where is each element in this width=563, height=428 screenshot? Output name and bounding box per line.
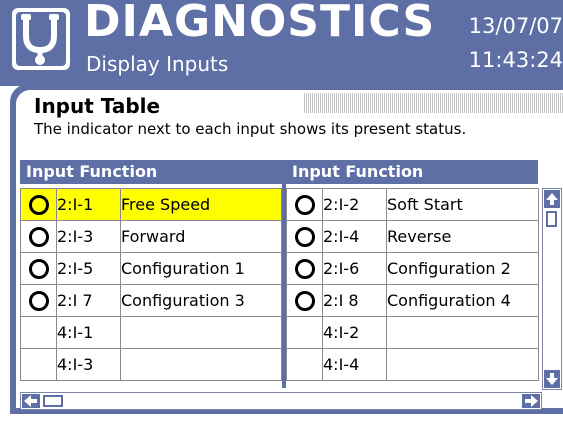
input-address: 4:I-2 [322, 316, 387, 349]
status-cell [20, 316, 57, 349]
status-cell [286, 188, 323, 221]
input-address: 2:I-2 [322, 188, 387, 221]
right-table-header: Input Function [286, 160, 538, 184]
table-row[interactable]: 4:I-2 [286, 316, 539, 349]
input-function: Soft Start [386, 188, 539, 221]
status-indicator-icon [294, 290, 315, 311]
page-subtitle: Display Inputs [86, 52, 229, 76]
table-row[interactable]: 2:I-6 Configuration 2 [286, 252, 539, 285]
left-table-header: Input Function [20, 160, 282, 184]
vertical-scroll-thumb[interactable] [546, 211, 557, 227]
status-cell [286, 284, 323, 317]
table-row[interactable]: 2:I-3 Forward [20, 220, 282, 253]
input-function: Forward [120, 220, 282, 253]
arrow-right-icon [525, 395, 538, 407]
status-cell [286, 348, 323, 381]
app-title: DIAGNOSTICS [84, 0, 436, 47]
input-address: 2:I-1 [56, 188, 121, 221]
input-function: Configuration 2 [386, 252, 539, 285]
scroll-left-button[interactable] [22, 394, 40, 408]
input-function [120, 316, 282, 349]
date-display: 13/07/07 [468, 14, 563, 38]
status-indicator-icon [28, 194, 49, 215]
left-input-table: 2:I-1 Free Speed 2:I-3 Forward 2:I-5 Configur… [20, 188, 282, 381]
table-row[interactable]: 4:I-1 [20, 316, 282, 349]
status-indicator-icon [28, 226, 49, 247]
status-cell [286, 252, 323, 285]
input-function: Configuration 4 [386, 284, 539, 317]
status-cell [20, 220, 57, 253]
header-bar: DIAGNOSTICS Display Inputs 13/07/07 11:4… [0, 0, 563, 86]
arrow-down-icon [546, 373, 558, 385]
input-function: Configuration 1 [120, 252, 282, 285]
status-cell [20, 284, 57, 317]
input-function [386, 316, 539, 349]
horizontal-scroll-thumb[interactable] [43, 395, 63, 407]
panel-description: The indicator next to each input shows i… [34, 120, 467, 138]
input-address: 2:I-6 [322, 252, 387, 285]
status-indicator-icon [294, 258, 315, 279]
table-row[interactable]: 2:I-1 Free Speed [20, 188, 282, 221]
input-function [120, 348, 282, 381]
input-address: 2:I 8 [322, 284, 387, 317]
scroll-right-button[interactable] [522, 394, 540, 408]
input-address: 4:I-4 [322, 348, 387, 381]
status-cell [20, 348, 57, 381]
input-address: 2:I-3 [56, 220, 121, 253]
tab-stripe [304, 93, 563, 113]
status-cell [286, 220, 323, 253]
input-function: Configuration 3 [120, 284, 282, 317]
input-address: 2:I-4 [322, 220, 387, 253]
status-cell [20, 188, 57, 221]
status-cell [20, 252, 57, 285]
table-row[interactable]: 4:I-4 [286, 348, 539, 381]
right-input-table: 2:I-2 Soft Start 2:I-4 Reverse 2:I-6 Configur… [286, 188, 539, 381]
input-address: 2:I 7 [56, 284, 121, 317]
input-function: Free Speed [120, 188, 282, 221]
vertical-scrollbar[interactable] [542, 188, 562, 390]
status-cell [286, 316, 323, 349]
input-address: 2:I-5 [56, 252, 121, 285]
input-address: 4:I-3 [56, 348, 121, 381]
scroll-up-button[interactable] [544, 190, 560, 208]
status-indicator-icon [28, 258, 49, 279]
table-row[interactable]: 2:I 7 Configuration 3 [20, 284, 282, 317]
status-indicator-icon [28, 290, 49, 311]
scroll-down-button[interactable] [544, 370, 560, 388]
stethoscope-icon [12, 8, 70, 70]
table-row[interactable]: 2:I 8 Configuration 4 [286, 284, 539, 317]
input-function [386, 348, 539, 381]
status-indicator-icon [294, 226, 315, 247]
input-function: Reverse [386, 220, 539, 253]
table-row[interactable]: 2:I-4 Reverse [286, 220, 539, 253]
horizontal-scrollbar[interactable] [20, 392, 542, 410]
table-row[interactable]: 4:I-3 [20, 348, 282, 381]
arrow-left-icon [24, 395, 37, 407]
input-address: 4:I-1 [56, 316, 121, 349]
status-indicator-icon [294, 194, 315, 215]
time-display: 11:43:24 [468, 48, 563, 72]
table-row[interactable]: 2:I-5 Configuration 1 [20, 252, 282, 285]
table-row[interactable]: 2:I-2 Soft Start [286, 188, 539, 221]
arrow-up-icon [546, 193, 558, 205]
panel-heading: Input Table [34, 94, 161, 118]
